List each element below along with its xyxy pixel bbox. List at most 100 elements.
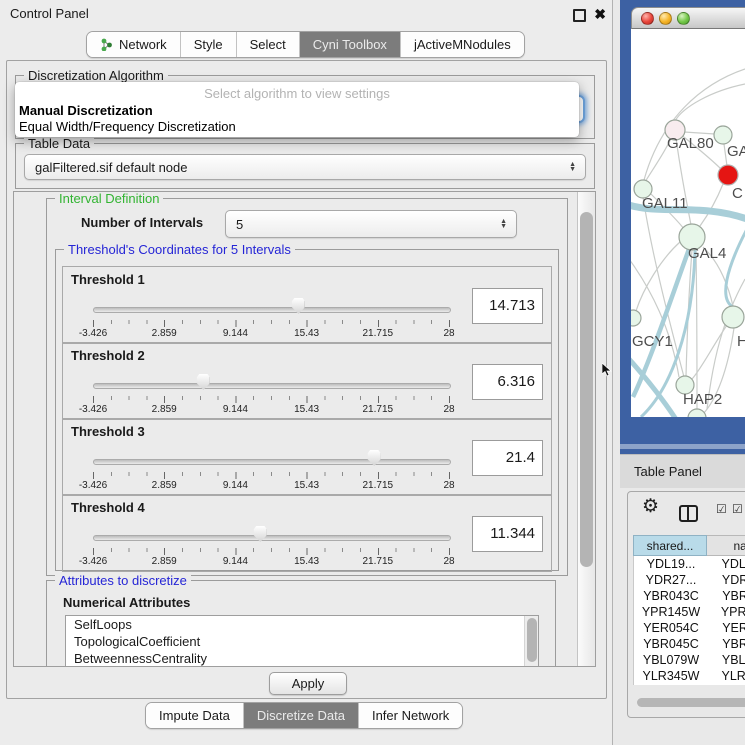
tab-impute-data-label: Impute Data bbox=[159, 708, 230, 723]
cell-shared: YPR145W bbox=[634, 604, 708, 620]
list-scrollbar-thumb[interactable] bbox=[527, 618, 537, 662]
tab-style[interactable]: Style bbox=[180, 32, 236, 57]
network-frame-bottom-strip bbox=[620, 444, 745, 449]
threshold-3-label: Threshold 3 bbox=[71, 424, 145, 439]
threshold-3-slider-thumb[interactable] bbox=[368, 450, 381, 466]
table-row[interactable]: YER054CYER054C bbox=[634, 620, 745, 636]
axis-tick: 2.859 bbox=[152, 556, 177, 567]
cyni-bottom-tabbar: Impute Data Discretize Data Infer Networ… bbox=[145, 702, 463, 729]
list-item-topologicalcoefficient[interactable]: TopologicalCoefficient bbox=[66, 633, 538, 650]
cell-shared: YIL052C bbox=[634, 684, 708, 685]
number-of-intervals-combobox[interactable]: 5 ▲▼ bbox=[225, 210, 517, 238]
network-canvas[interactable]: GAL80 GAL C GAL11 GAL4 GCY1 H HAP2 bbox=[631, 29, 745, 417]
node-gcy1[interactable] bbox=[631, 310, 641, 326]
cell-name: YDL194W bbox=[708, 556, 745, 572]
tab-cyni-toolbox[interactable]: Cyni Toolbox bbox=[299, 32, 400, 57]
table-row[interactable]: YLR345WYLR345W bbox=[634, 668, 745, 684]
algorithm-popup-hint[interactable]: Select algorithm to view settings bbox=[15, 86, 579, 101]
list-item-betweennesscentrality[interactable]: BetweennessCentrality bbox=[66, 650, 538, 667]
float-window-icon[interactable] bbox=[573, 9, 586, 22]
thresholds-group: Threshold's Coordinates for 5 Intervals … bbox=[55, 249, 559, 571]
cell-name: YER054C bbox=[708, 620, 745, 636]
tab-discretize-data[interactable]: Discretize Data bbox=[243, 703, 358, 728]
slider-major-ticks bbox=[93, 472, 451, 479]
column-header-name[interactable]: name bbox=[707, 535, 745, 556]
thresholds-group-title: Threshold's Coordinates for 5 Intervals bbox=[64, 242, 295, 257]
minimize-traffic-light-icon[interactable] bbox=[659, 12, 672, 25]
threshold-4-value-field[interactable]: 11.344 bbox=[472, 516, 543, 552]
tab-network-label: Network bbox=[119, 37, 167, 52]
table-row[interactable]: YDL19...YDL194W bbox=[634, 556, 745, 572]
table-hscrollbar-thumb[interactable] bbox=[637, 698, 745, 707]
threshold-1-value-field[interactable]: 14.713 bbox=[472, 288, 543, 324]
node-label-gal4: GAL4 bbox=[688, 245, 726, 262]
network-graph bbox=[631, 29, 745, 417]
slider-major-ticks bbox=[93, 320, 451, 327]
node-label-gal11: GAL11 bbox=[642, 195, 688, 212]
algorithm-option-manual[interactable]: Manual Discretization bbox=[19, 103, 153, 118]
tab-jactivemnodules[interactable]: jActiveMNodules bbox=[400, 32, 524, 57]
threshold-3-value-field[interactable]: 21.4 bbox=[472, 440, 543, 476]
scrollpane-scrollbar-track[interactable] bbox=[577, 192, 595, 666]
column-manager-icon[interactable] bbox=[679, 505, 698, 522]
threshold-2-slider-thumb[interactable] bbox=[197, 374, 210, 390]
tab-infer-network[interactable]: Infer Network bbox=[358, 703, 462, 728]
network-window-titlebar[interactable] bbox=[631, 7, 745, 29]
axis-tick: 21.715 bbox=[363, 480, 394, 491]
tab-select-label: Select bbox=[250, 37, 286, 52]
column-header-shared[interactable]: shared... bbox=[633, 535, 707, 556]
network-icon bbox=[100, 38, 113, 51]
axis-tick: 15.43 bbox=[294, 328, 319, 339]
number-of-intervals-label: Number of Intervals bbox=[81, 215, 203, 230]
apply-button[interactable]: Apply bbox=[269, 672, 347, 695]
table-row[interactable]: YBR043CYBR043C bbox=[634, 588, 745, 604]
table-row[interactable]: YPR145WYPR145W bbox=[634, 604, 745, 620]
tab-discretize-data-label: Discretize Data bbox=[257, 708, 345, 723]
threshold-1-slider-thumb[interactable] bbox=[292, 298, 305, 314]
table-hscrollbar-track[interactable] bbox=[633, 697, 745, 709]
tab-select[interactable]: Select bbox=[236, 32, 299, 57]
threshold-4-slider-thumb[interactable] bbox=[254, 526, 267, 542]
tab-style-label: Style bbox=[194, 37, 223, 52]
gear-icon[interactable]: ⚙ bbox=[642, 495, 659, 518]
mouse-cursor bbox=[602, 363, 612, 377]
node-red-selected[interactable] bbox=[718, 165, 738, 185]
combo-stepper-icon: ▲▼ bbox=[569, 162, 576, 172]
cell-name: YIL052C bbox=[708, 684, 745, 685]
checkbox-icon[interactable]: ☑ bbox=[716, 502, 727, 516]
table-row[interactable]: YIL052CYIL052C bbox=[634, 684, 745, 685]
tab-network[interactable]: Network bbox=[87, 32, 180, 57]
table-data-combobox[interactable]: galFiltered.sif default node ▲▼ bbox=[24, 154, 586, 180]
checkbox-icon[interactable]: ☑ bbox=[732, 502, 743, 516]
node-h[interactable] bbox=[722, 306, 744, 328]
zoom-traffic-light-icon[interactable] bbox=[677, 12, 690, 25]
scrollpane-scrollbar-thumb[interactable] bbox=[580, 212, 593, 567]
axis-tick: 15.43 bbox=[294, 556, 319, 567]
table-row[interactable]: YBR045CYBR045C bbox=[634, 636, 745, 652]
numerical-attributes-label: Numerical Attributes bbox=[63, 595, 190, 610]
table-panel-title: Table Panel bbox=[634, 455, 702, 488]
combo-stepper-icon: ▲▼ bbox=[500, 219, 507, 229]
node-top-right[interactable] bbox=[714, 126, 732, 144]
table-row[interactable]: YDR27...YDR277C bbox=[634, 572, 745, 588]
table-panel-window: ⚙ ☑ ☑ shared... name YDL19...YDL194W YDR… bbox=[627, 491, 745, 718]
close-icon[interactable]: ✖ bbox=[594, 5, 606, 23]
axis-tick: 21.715 bbox=[363, 556, 394, 567]
axis-tick: 28 bbox=[443, 404, 454, 415]
list-scrollbar-track[interactable] bbox=[524, 616, 538, 667]
threshold-2-value-field[interactable]: 6.316 bbox=[472, 364, 543, 400]
tab-cyni-toolbox-label: Cyni Toolbox bbox=[313, 37, 387, 52]
axis-tick: 2.859 bbox=[152, 480, 177, 491]
algorithm-dropdown-popup: Select algorithm to view settings Manual… bbox=[15, 82, 579, 137]
tab-impute-data[interactable]: Impute Data bbox=[146, 703, 243, 728]
table-row[interactable]: YBL079WYBL079W bbox=[634, 652, 745, 668]
threshold-4-label: Threshold 4 bbox=[71, 500, 145, 515]
cell-name: YDR277C bbox=[708, 572, 745, 588]
window-title: Control Panel bbox=[10, 0, 89, 28]
node-bottom[interactable] bbox=[688, 409, 706, 417]
close-traffic-light-icon[interactable] bbox=[641, 12, 654, 25]
algorithm-option-equal-width[interactable]: Equal Width/Frequency Discretization bbox=[19, 119, 236, 134]
table-panel-titlebar: Table Panel bbox=[620, 454, 745, 488]
slider-axis-labels: -3.426 2.859 9.144 15.43 21.715 28 bbox=[93, 404, 449, 416]
list-item-selfloops[interactable]: SelfLoops bbox=[66, 616, 538, 633]
